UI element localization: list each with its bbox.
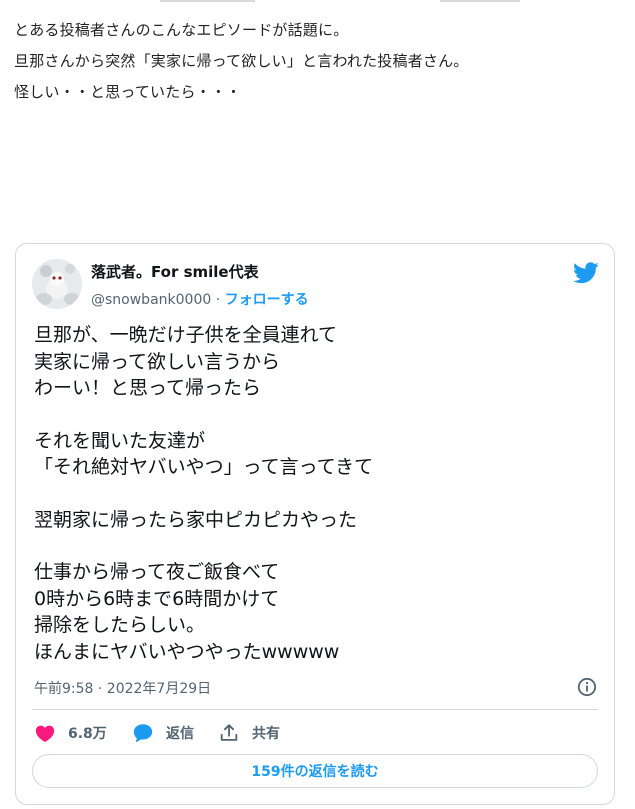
tweet-actions: 6.8万 返信 共有 xyxy=(34,721,594,745)
share-button[interactable]: 共有 xyxy=(218,721,280,745)
tweet-line: 0時から6時まで6時間かけて xyxy=(34,587,280,610)
tweet-timestamp[interactable]: 午前9:58 · 2022年7月29日 xyxy=(34,678,211,698)
top-divider-segment xyxy=(160,0,255,2)
like-count: 6.8万 xyxy=(68,726,107,742)
handle-separator: · xyxy=(211,292,225,308)
reply-label: 返信 xyxy=(166,726,194,742)
user-handle[interactable]: @snowbank0000 xyxy=(91,292,211,308)
tweet-line: 旦那が、一晩だけ子供を全員連れて xyxy=(34,324,338,346)
reply-bubble-icon xyxy=(133,724,153,743)
follow-button[interactable]: フォローする xyxy=(225,292,309,308)
tweet-paragraph: 仕事から帰って夜ご飯食べて 0時から6時まで6時間かけて 掃除をしたらしい。 ほ… xyxy=(34,559,604,665)
intro-line: 怪しい・・と思っていたら・・・ xyxy=(14,83,242,101)
handle-row: @snowbank0000 · フォローする xyxy=(91,289,309,309)
top-divider xyxy=(0,0,635,2)
heart-icon xyxy=(35,725,55,742)
intro-line: 旦那さんから突然「実家に帰って欲しい」と言われた投稿者さん。 xyxy=(14,52,469,70)
intro-text: とある投稿者さんのこんなエピソードが話題に。 旦那さんから突然「実家に帰って欲し… xyxy=(14,20,614,113)
twitter-bird-icon[interactable] xyxy=(573,262,599,284)
tweet-paragraph: 旦那が、一晩だけ子供を全員連れて 実家に帰って欲しい言うから わーい！と思って帰… xyxy=(34,322,604,402)
info-icon[interactable] xyxy=(577,677,597,697)
like-button[interactable]: 6.8万 xyxy=(34,721,107,745)
intro-line: とある投稿者さんのこんなエピソードが話題に。 xyxy=(14,21,349,39)
embedded-tweet[interactable]: 落武者。For smile代表 @snowbank0000 · フォローする 旦… xyxy=(15,243,615,805)
divider xyxy=(32,709,598,710)
tweet-line: 掃除をしたらしい。 xyxy=(34,614,206,636)
tweet-line: わーい！と思って帰ったら xyxy=(34,377,262,399)
avatar[interactable] xyxy=(32,259,82,309)
tweet-paragraph: それを聞いた友達が 「それ絶対ヤバいやつ」って言ってきて xyxy=(34,428,604,481)
avatar-image xyxy=(32,259,82,309)
tweet-line: ほんまにヤバいやつやったwwwww xyxy=(34,640,340,663)
tweet-line: 実家に帰って欲しい言うから xyxy=(34,350,281,373)
tweet-paragraph: 翌朝家に帰ったら家中ピカピカやった xyxy=(34,507,604,534)
tweet-line: 仕事から帰って夜ご飯食べて xyxy=(34,561,280,583)
share-label: 共有 xyxy=(252,726,280,742)
tweet-text: 旦那が、一晩だけ子供を全員連れて 実家に帰って欲しい言うから わーい！と思って帰… xyxy=(34,322,604,691)
share-icon xyxy=(220,724,238,741)
tweet-line: 「それ絶対ヤバいやつ」って言ってきて xyxy=(34,456,374,478)
user-name[interactable]: 落武者。For smile代表 xyxy=(91,261,259,282)
tweet-line: それを聞いた友達が xyxy=(34,429,206,452)
top-divider-segment xyxy=(440,0,520,2)
reply-button[interactable]: 返信 xyxy=(132,721,194,745)
tweet-line: 翌朝家に帰ったら家中ピカピカやった xyxy=(34,508,358,531)
read-replies-button[interactable]: 159件の返信を読む xyxy=(32,754,598,788)
